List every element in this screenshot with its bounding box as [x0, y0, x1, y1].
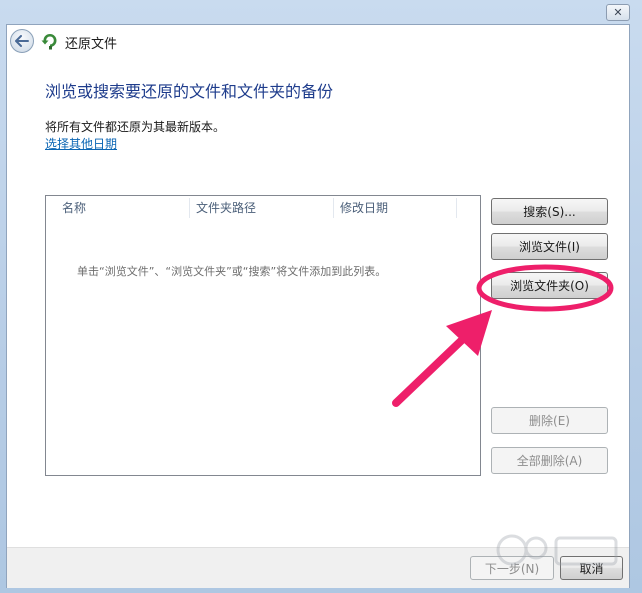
- page-title: 浏览或搜索要还原的文件和文件夹的备份: [45, 82, 334, 101]
- window-close-button[interactable]: ✕: [606, 4, 630, 21]
- choose-other-date-link[interactable]: 选择其他日期: [45, 135, 117, 152]
- search-button[interactable]: 搜索(S)...: [491, 198, 608, 225]
- info-text: 将所有文件都还原为其最新版本。: [45, 120, 226, 134]
- restore-icon: [41, 34, 57, 50]
- browse-files-button[interactable]: 浏览文件(I): [491, 233, 608, 260]
- back-arrow-icon: [15, 35, 29, 47]
- column-header-name[interactable]: 名称: [56, 196, 189, 220]
- window-title: 还原文件: [65, 37, 118, 52]
- watermark-logo: [496, 534, 618, 566]
- column-header-folder-path[interactable]: 文件夹路径: [190, 196, 333, 220]
- dialog-content: 还原文件 浏览或搜索要还原的文件和文件夹的备份 将所有文件都还原为其最新版本。 …: [6, 24, 630, 588]
- file-list[interactable]: 名称 文件夹路径 修改日期 单击“浏览文件”、“浏览文件夹”或“搜索”将文件添加…: [45, 195, 481, 476]
- column-divider[interactable]: [456, 198, 457, 218]
- browse-folders-button[interactable]: 浏览文件夹(O): [491, 272, 608, 299]
- remove-button[interactable]: 删除(E): [491, 407, 608, 434]
- close-icon: ✕: [613, 6, 623, 19]
- column-header-modified-date[interactable]: 修改日期: [334, 196, 456, 220]
- back-button[interactable]: [10, 29, 34, 53]
- list-header: 名称 文件夹路径 修改日期: [46, 196, 457, 220]
- remove-all-button[interactable]: 全部删除(A): [491, 447, 608, 474]
- empty-list-hint: 单击“浏览文件”、“浏览文件夹”或“搜索”将文件添加到此列表。: [77, 265, 387, 278]
